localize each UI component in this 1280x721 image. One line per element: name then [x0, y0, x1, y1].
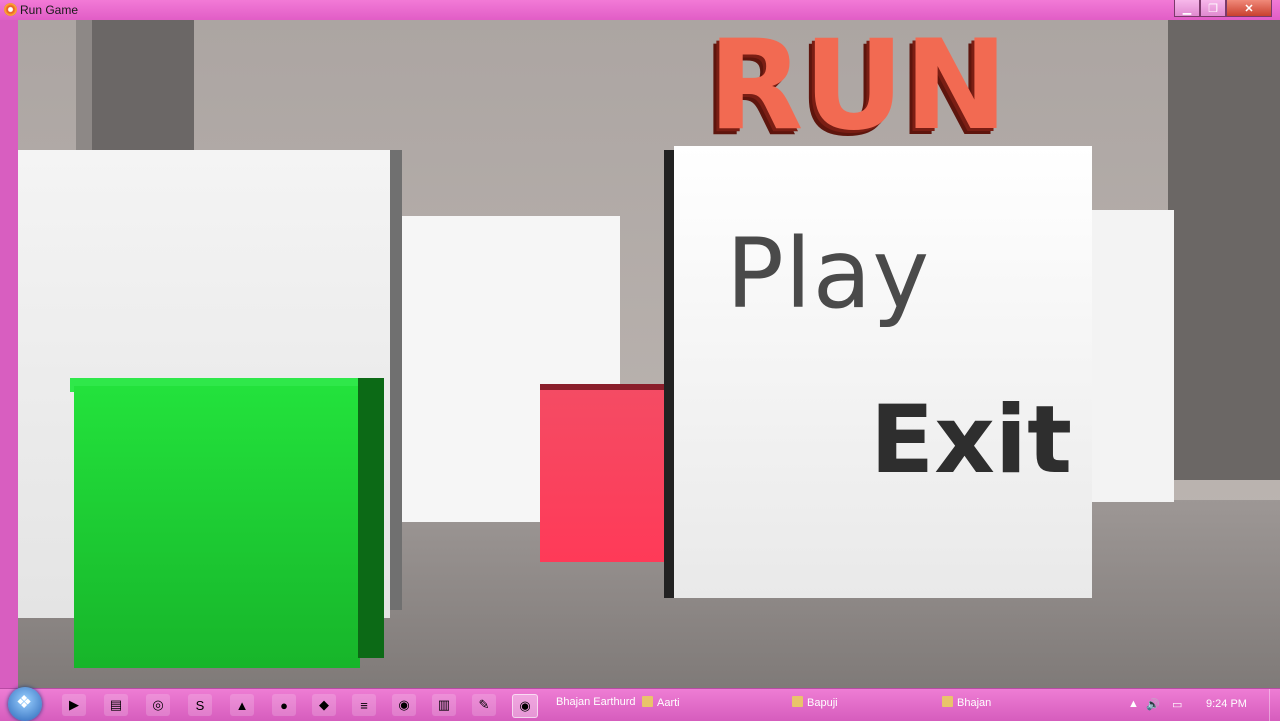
clock[interactable]: 9:24 PM	[1206, 698, 1247, 710]
start-button[interactable]	[8, 687, 42, 721]
sublime-icon[interactable]: ≡	[352, 694, 376, 716]
tray-expand-icon[interactable]: ▲	[1128, 698, 1139, 710]
play-button[interactable]: Play	[726, 226, 930, 322]
pink-cube	[540, 384, 672, 562]
task-bhajan-earthurd[interactable]: Bhajan Earthurd	[556, 696, 636, 708]
game-viewport: RUN Play Exit	[18, 20, 1280, 688]
task-aarti-label: Aarti	[657, 697, 680, 709]
network-icon[interactable]: ▭	[1172, 698, 1182, 711]
green-cube	[74, 386, 360, 668]
green-cube-side	[358, 378, 384, 658]
folder-icon	[792, 696, 803, 707]
minimize-button[interactable]: ▁	[1174, 0, 1200, 17]
exit-button[interactable]: Exit	[870, 394, 1072, 488]
run-game-task-icon[interactable]: ◉	[512, 694, 538, 718]
paint-icon[interactable]: ✎	[472, 694, 496, 716]
task-aarti[interactable]: Aarti	[642, 696, 680, 709]
pink-cube-edge	[540, 384, 672, 390]
maximize-button[interactable]: ❐	[1200, 0, 1226, 17]
right-wall	[1168, 20, 1280, 480]
app-s-icon[interactable]: S	[188, 694, 212, 716]
chrome-icon[interactable]: ◉	[392, 694, 416, 716]
folder-icon	[942, 696, 953, 707]
left-panel-side	[390, 150, 402, 610]
task-bhajan-label: Bhajan	[957, 697, 992, 709]
taskbar: ▶ ▤ ◎ S ▲ ● ◆ ≡ ◉ ▥ ✎ ◉ Bhajan Earthurd …	[0, 687, 1280, 721]
vlc-icon[interactable]: ▲	[230, 694, 254, 716]
volume-icon[interactable]: 🔊	[1146, 698, 1160, 711]
show-desktop-button[interactable]	[1269, 689, 1280, 721]
unity-icon[interactable]: ◆	[312, 694, 336, 716]
task-bapuji[interactable]: Bapuji	[792, 696, 838, 709]
back-pillar	[76, 20, 194, 155]
media-player-icon[interactable]: ▶	[62, 694, 86, 716]
task-bhajan[interactable]: Bhajan	[942, 696, 991, 709]
menu-panel	[674, 146, 1092, 598]
browser-icon[interactable]: ◎	[146, 694, 170, 716]
window-title: Run Game	[20, 3, 79, 17]
ladybug-icon[interactable]: ●	[272, 694, 296, 716]
title-bar: Run Game ▁ ❐ ✕	[0, 0, 1280, 20]
task-bapuji-label: Bapuji	[807, 697, 838, 709]
right-white-panel	[1086, 210, 1174, 502]
window-controls: ▁ ❐ ✕	[1174, 0, 1272, 17]
app-icon	[4, 3, 17, 16]
close-button[interactable]: ✕	[1226, 0, 1272, 17]
file-explorer-icon[interactable]: ▤	[104, 694, 128, 716]
folder-icon	[642, 696, 653, 707]
archive-icon[interactable]: ▥	[432, 694, 456, 716]
game-title: RUN	[708, 20, 1008, 158]
back-pillar-edge	[76, 20, 92, 155]
